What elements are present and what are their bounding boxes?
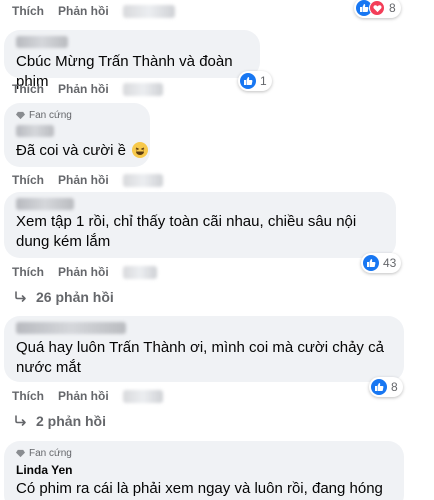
comment-actions: Thích Phản hồi xyxy=(12,82,163,96)
comment-text: Có phim ra cái là phải xem ngay và luôn … xyxy=(16,480,383,497)
author-name[interactable] xyxy=(16,322,126,334)
reply-button[interactable]: Phản hồi xyxy=(58,4,109,18)
laughing-emoji-icon xyxy=(132,142,149,158)
reaction-summary[interactable]: 8 xyxy=(369,377,403,397)
comment-actions: Thích Phản hồi xyxy=(12,265,157,279)
reaction-summary[interactable]: 8 xyxy=(354,0,401,18)
like-icon xyxy=(363,255,379,271)
reaction-count: 8 xyxy=(391,380,398,394)
like-button[interactable]: Thích xyxy=(12,389,44,403)
view-replies-link[interactable]: 2 phản hồi xyxy=(14,413,106,429)
comment-bubble: Fan cứng Đã coi và cười ề xyxy=(4,103,150,167)
timestamp xyxy=(122,389,163,403)
comment-actions: Thích Phản hồi xyxy=(12,173,163,187)
fan-badge-diamond-icon xyxy=(16,111,25,120)
timestamp xyxy=(122,4,175,18)
reaction-summary[interactable]: 43 xyxy=(361,253,402,273)
timestamp xyxy=(122,265,157,279)
view-replies-link[interactable]: 26 phản hồi xyxy=(14,289,114,305)
reaction-summary[interactable]: 1 xyxy=(238,71,272,91)
reply-arrow-icon xyxy=(15,415,26,426)
reply-button[interactable]: Phản hồi xyxy=(58,265,109,279)
heart-icon xyxy=(369,0,385,16)
author-name[interactable]: Linda Yen xyxy=(16,463,72,477)
fan-badge: Fan cứng xyxy=(16,448,72,459)
reply-button[interactable]: Phản hồi xyxy=(58,82,109,96)
author-name[interactable] xyxy=(16,125,54,137)
reply-button[interactable]: Phản hồi xyxy=(58,173,109,187)
like-icon xyxy=(240,73,256,89)
comment-actions: Thích Phản hồi xyxy=(12,389,163,403)
reply-button[interactable]: Phản hồi xyxy=(58,389,109,403)
comment-actions: Thích Phản hồi xyxy=(12,4,175,18)
fan-badge-diamond-icon xyxy=(16,449,25,458)
comment-text: Quá hay luôn Trấn Thành ơi, mình coi mà … xyxy=(16,339,384,376)
like-button[interactable]: Thích xyxy=(12,173,44,187)
comment-bubble: Fan cứng Linda Yen Có phim ra cái là phả… xyxy=(4,441,404,500)
reaction-count: 1 xyxy=(260,74,267,88)
comment-bubble: Quá hay luôn Trấn Thành ơi, mình coi mà … xyxy=(4,316,404,382)
like-icon xyxy=(371,379,387,395)
timestamp xyxy=(122,173,163,187)
reply-arrow-icon xyxy=(15,291,26,302)
comment-text: Xem tập 1 rồi, chỉ thấy toàn cãi nhau, c… xyxy=(16,213,357,250)
like-button[interactable]: Thích xyxy=(12,82,44,96)
reaction-count: 8 xyxy=(389,1,396,15)
comment-text: Đã coi và cười ề xyxy=(16,141,149,161)
like-button[interactable]: Thích xyxy=(12,265,44,279)
author-name[interactable] xyxy=(16,36,68,48)
fan-badge: Fan cứng xyxy=(16,110,72,121)
like-button[interactable]: Thích xyxy=(12,4,44,18)
reaction-count: 43 xyxy=(383,256,397,270)
timestamp xyxy=(122,82,163,96)
comment-bubble: Xem tập 1 rồi, chỉ thấy toàn cãi nhau, c… xyxy=(4,192,396,258)
comment-bubble: Cbúc Mừng Trấn Thành và đoàn phim xyxy=(4,30,260,90)
author-name[interactable] xyxy=(16,198,74,210)
